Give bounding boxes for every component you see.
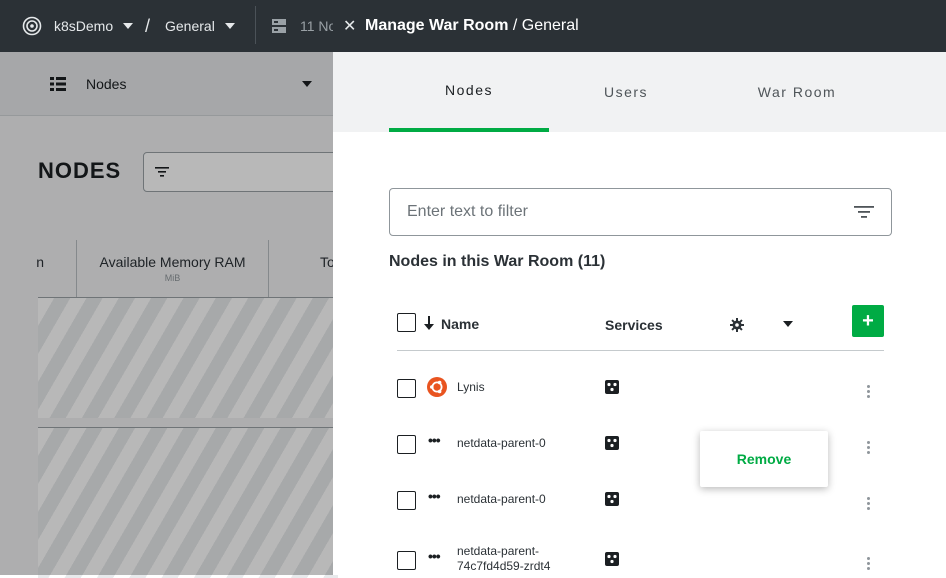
- services-icon[interactable]: [605, 380, 619, 399]
- add-node-button[interactable]: +: [852, 305, 884, 337]
- node-name[interactable]: Lynis: [457, 380, 485, 395]
- row-checkbox[interactable]: [397, 379, 416, 398]
- services-icon[interactable]: [605, 436, 619, 455]
- sort-arrow-down-icon[interactable]: [424, 316, 434, 335]
- row-menu-icon[interactable]: [867, 557, 871, 572]
- node-name-line: netdata-parent-: [457, 544, 540, 558]
- tab-users[interactable]: Users: [546, 52, 706, 132]
- tab-war-room[interactable]: War Room: [717, 52, 877, 132]
- row-menu-icon[interactable]: [867, 385, 871, 400]
- tab-nodes[interactable]: Nodes: [389, 52, 549, 132]
- row-menu-icon[interactable]: [867, 497, 871, 512]
- column-header-name[interactable]: Name: [441, 316, 479, 332]
- filter-input[interactable]: [405, 202, 829, 222]
- nodes-count[interactable]: 11 No: [271, 0, 336, 52]
- room-name: General: [165, 18, 215, 34]
- chevron-down-icon: [123, 23, 134, 29]
- gear-icon[interactable]: [730, 318, 744, 337]
- divider: [255, 6, 256, 44]
- room-selector[interactable]: General: [165, 0, 235, 52]
- dots-icon: •••: [428, 488, 441, 504]
- panel-tabs: Nodes Users War Room: [333, 52, 946, 132]
- panel-room-suffix: / General: [508, 17, 579, 34]
- dots-icon: •••: [428, 432, 441, 448]
- row-checkbox[interactable]: [397, 551, 416, 570]
- filter-icon[interactable]: [854, 205, 874, 224]
- divider: [397, 350, 884, 351]
- tab-label: War Room: [757, 84, 837, 100]
- space-selector[interactable]: k8sDemo: [22, 0, 134, 52]
- tab-label: Nodes: [445, 82, 493, 98]
- node-name[interactable]: netdata-parent-0: [457, 492, 546, 507]
- row-action-popover: Remove: [700, 431, 828, 487]
- node-name[interactable]: netdata-parent- 74c7fd4d59-zrdt4: [457, 544, 550, 574]
- select-all-checkbox[interactable]: [397, 313, 416, 332]
- services-icon[interactable]: [605, 492, 619, 511]
- filter-field: [389, 188, 892, 236]
- space-name: k8sDemo: [54, 18, 114, 34]
- overlay-scrim[interactable]: [0, 52, 333, 575]
- services-icon[interactable]: [605, 552, 619, 571]
- panel-title: Manage War Room: [365, 17, 509, 34]
- dots-icon: •••: [428, 548, 441, 564]
- column-header-services[interactable]: Services: [605, 317, 663, 333]
- row-checkbox[interactable]: [397, 435, 416, 454]
- panel-header: ✕ Manage War Room / General: [333, 0, 946, 52]
- row-checkbox[interactable]: [397, 491, 416, 510]
- netdata-logo-icon: [22, 16, 42, 36]
- section-title: Nodes in this War Room (11): [389, 253, 606, 270]
- node-name[interactable]: netdata-parent-0: [457, 436, 546, 451]
- tab-label: Users: [603, 84, 649, 100]
- ubuntu-icon: [427, 377, 447, 402]
- breadcrumb-separator: /: [145, 15, 151, 36]
- row-menu-icon[interactable]: [867, 441, 871, 456]
- chevron-down-icon: [224, 23, 235, 29]
- close-icon[interactable]: ✕: [343, 16, 356, 36]
- nodes-count-label: 11 No: [300, 18, 337, 34]
- chevron-down-icon[interactable]: [783, 321, 793, 327]
- server-icon: [271, 18, 287, 34]
- remove-button[interactable]: Remove: [737, 451, 791, 467]
- manage-war-room-panel: ✕ Manage War Room / General Nodes Users …: [333, 0, 946, 575]
- add-icon: +: [862, 309, 874, 332]
- node-name-line: 74c7fd4d59-zrdt4: [457, 559, 551, 573]
